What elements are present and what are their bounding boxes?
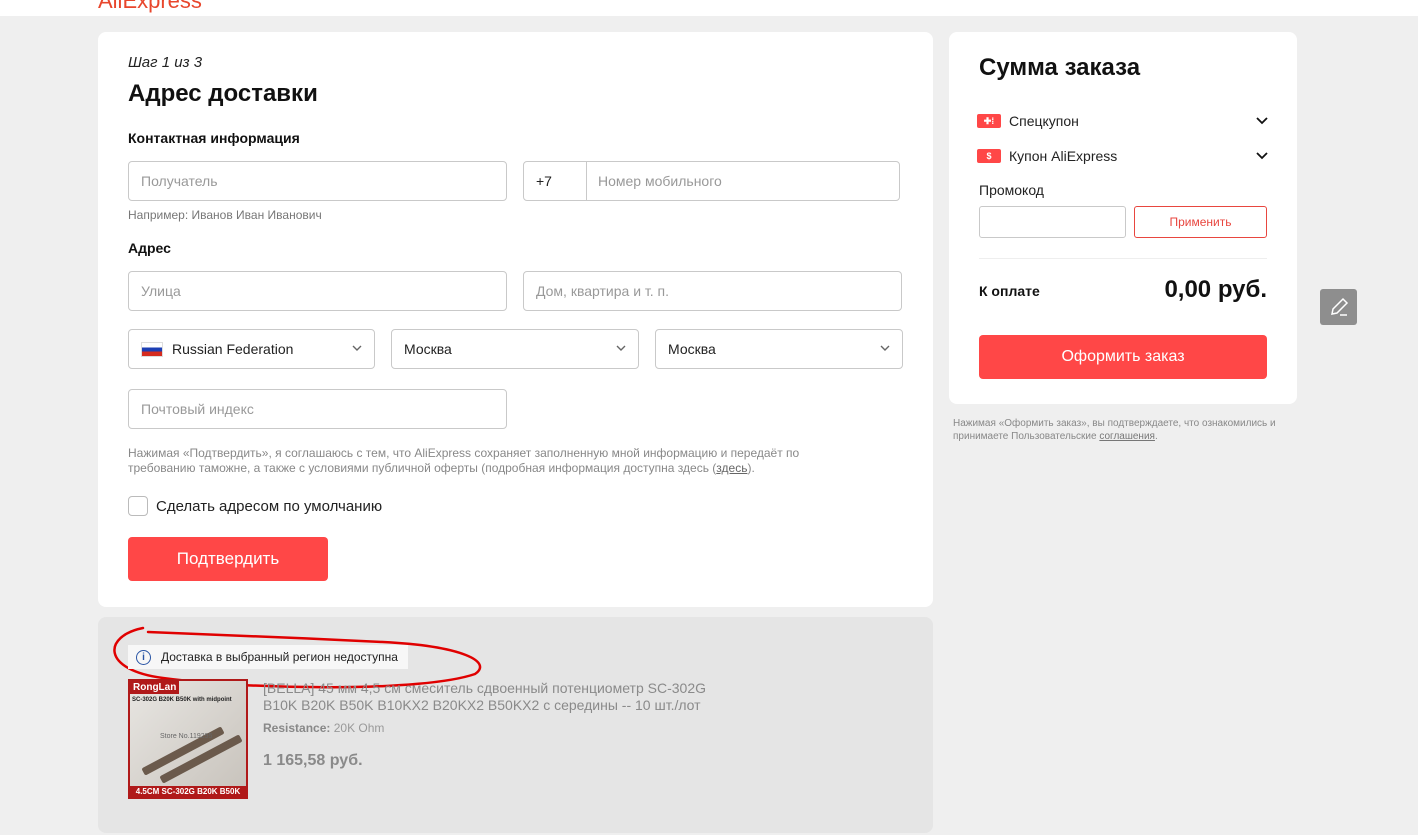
recipient-field[interactable]: Получатель xyxy=(128,161,507,201)
top-bar: AliExpress xyxy=(0,0,1418,16)
phone-placeholder: Номер мобильного xyxy=(598,173,722,189)
chevron-down-icon xyxy=(352,345,362,351)
legal-text-body: Нажимая «Подтвердить», я соглашаюсь с те… xyxy=(128,446,800,475)
delivery-notice: i Доставка в выбранный регион недоступна xyxy=(128,645,408,669)
house-placeholder: Дом, квартира и т. п. xyxy=(536,283,670,299)
edit-button[interactable] xyxy=(1320,289,1357,325)
special-coupon-label: Спецкупон xyxy=(1009,113,1079,129)
product-attribute-value: 20K Ohm xyxy=(333,721,385,735)
phone-code[interactable]: +7 xyxy=(524,173,586,189)
image-bottom-label: 4.5CM SC-302G B20K B50K xyxy=(130,786,246,797)
default-address-checkbox[interactable] xyxy=(128,496,148,516)
flag-ru-icon xyxy=(141,341,163,357)
pencil-icon xyxy=(1330,297,1348,316)
total-label: К оплате xyxy=(979,283,1040,299)
delivery-notice-text: Доставка в выбранный регион недоступна xyxy=(161,650,398,664)
country-select[interactable]: Russian Federation xyxy=(128,329,375,369)
order-summary-card: Сумма заказа ✚⁞ Спецкупон $ Купон AliExp… xyxy=(949,32,1297,404)
aliexpress-logo[interactable]: AliExpress xyxy=(98,0,202,12)
product-image[interactable]: RongLan SC-302G B20K B50K with midpoint … xyxy=(128,679,248,799)
address-form-card: Шаг 1 из 3 Адрес доставки Контактная инф… xyxy=(98,32,933,607)
product-title[interactable]: [BELLA] 45 мм 4,5 см смеситель сдвоенный… xyxy=(263,680,733,714)
chevron-down-icon xyxy=(616,345,626,351)
address-section-title: Адрес xyxy=(128,240,171,256)
recipient-placeholder: Получатель xyxy=(141,173,218,189)
chevron-down-icon xyxy=(880,345,890,351)
product-card: i Доставка в выбранный регион недоступна… xyxy=(98,617,933,833)
region-select[interactable]: Москва xyxy=(391,329,639,369)
house-field[interactable]: Дом, квартира и т. п. xyxy=(523,271,902,311)
summary-divider xyxy=(979,258,1267,259)
order-agreement-text: Нажимая «Оформить заказ», вы подтверждае… xyxy=(953,417,1298,443)
zip-placeholder: Почтовый индекс xyxy=(141,401,254,417)
coupon-icon: ✚⁞ xyxy=(977,114,1001,128)
street-placeholder: Улица xyxy=(141,283,181,299)
total-value: 0,00 руб. xyxy=(1164,276,1267,303)
default-address-row[interactable]: Сделать адресом по умолчанию xyxy=(128,496,382,516)
page-title: Адрес доставки xyxy=(128,80,318,107)
dollar-coupon-icon: $ xyxy=(977,149,1001,163)
legal-text-tail: ). xyxy=(747,461,755,475)
promo-input[interactable] xyxy=(979,206,1126,238)
step-indicator: Шаг 1 из 3 xyxy=(128,54,203,71)
chevron-down-icon[interactable] xyxy=(1255,150,1269,162)
agreement-tail: . xyxy=(1154,431,1158,442)
image-store: Store No.119295 xyxy=(160,733,213,740)
phone-field[interactable]: +7 Номер мобильного xyxy=(523,161,900,201)
chevron-down-icon[interactable] xyxy=(1255,115,1269,127)
street-field[interactable]: Улица xyxy=(128,271,507,311)
city-select[interactable]: Москва xyxy=(655,329,903,369)
recipient-hint: Например: Иванов Иван Иванович xyxy=(128,208,322,222)
image-tagline: SC-302G B20K B50K with midpoint xyxy=(132,697,232,703)
default-address-label: Сделать адресом по умолчанию xyxy=(156,497,383,515)
product-attribute-label: Resistance: xyxy=(263,721,331,735)
aliexpress-coupon-row[interactable]: $ Купон AliExpress xyxy=(977,148,1269,164)
product-attribute: Resistance: 20K Ohm xyxy=(263,721,384,735)
apply-promo-button[interactable]: Применить xyxy=(1134,206,1267,238)
legal-link[interactable]: здесь xyxy=(716,461,747,475)
region-value: Москва xyxy=(404,341,452,357)
city-value: Москва xyxy=(668,341,716,357)
promo-label: Промокод xyxy=(979,182,1044,198)
phone-divider xyxy=(586,162,587,200)
zip-field[interactable]: Почтовый индекс xyxy=(128,389,507,429)
contact-section-title: Контактная информация xyxy=(128,130,300,146)
special-coupon-row[interactable]: ✚⁞ Спецкупон xyxy=(977,113,1269,129)
image-brand: RongLan xyxy=(130,681,180,694)
legal-text: Нажимая «Подтвердить», я соглашаюсь с те… xyxy=(128,446,848,476)
place-order-button[interactable]: Оформить заказ xyxy=(979,335,1267,379)
product-price: 1 165,58 руб. xyxy=(263,752,363,769)
country-value: Russian Federation xyxy=(172,341,294,357)
confirm-button[interactable]: Подтвердить xyxy=(128,537,328,581)
summary-title: Сумма заказа xyxy=(979,54,1141,81)
info-icon: i xyxy=(136,649,151,665)
aliexpress-coupon-label: Купон AliExpress xyxy=(1009,148,1118,164)
agreement-link[interactable]: соглашения xyxy=(1099,431,1155,442)
